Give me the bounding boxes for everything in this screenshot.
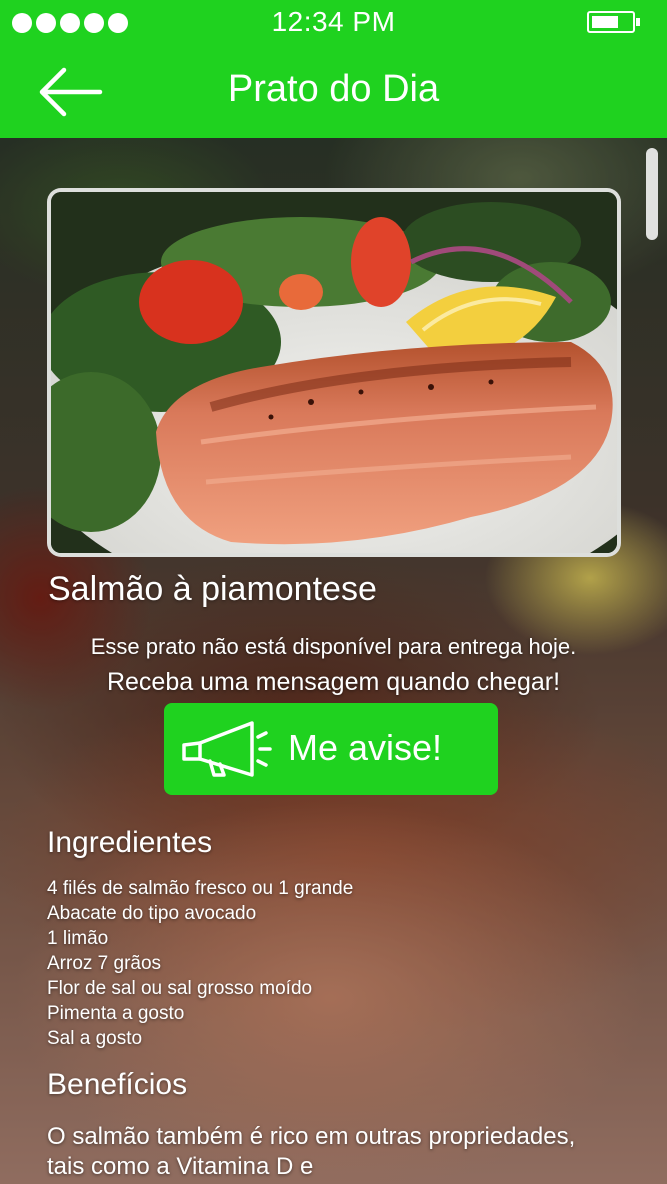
benefits-text: O salmão também é rico em outras proprie… <box>47 1123 576 1180</box>
status-bar: 12:34 PM <box>0 0 667 46</box>
notify-me-label: Me avise! <box>288 727 443 768</box>
scrollbar-thumb[interactable] <box>646 148 658 240</box>
dish-name: Salmão à piamontese <box>48 570 377 608</box>
dish-photo <box>47 188 621 557</box>
app-header: Prato do Dia <box>0 46 667 138</box>
notify-me-button[interactable]: Me avise! <box>164 703 498 795</box>
benefits-title: Benefícios <box>47 1068 188 1101</box>
megaphone-icon <box>180 719 272 782</box>
ingredient-item: Sal a gosto <box>47 1028 143 1049</box>
ingredients-list: 4 filés de salmão fresco ou 1 grande Abac… <box>47 876 353 1051</box>
ingredient-item: Pimenta a gosto <box>47 1003 185 1024</box>
ingredient-item: Flor de sal ou sal grosso moído <box>47 978 313 999</box>
ingredient-item: 1 limão <box>47 928 109 949</box>
ingredient-item: Abacate do tipo avocado <box>47 903 257 924</box>
battery-icon <box>587 11 640 33</box>
ingredient-item: 4 filés de salmão fresco ou 1 grande <box>47 878 354 899</box>
availability-notice: Esse prato não está disponível para entr… <box>0 632 667 698</box>
ingredient-item: Arroz 7 grãos <box>47 953 162 974</box>
page-title: Prato do Dia <box>227 68 440 110</box>
ingredients-title: Ingredientes <box>47 826 213 859</box>
availability-line-1: Esse prato não está disponível para entr… <box>90 634 577 659</box>
status-time: 12:34 PM <box>271 6 396 37</box>
availability-line-2: Receba uma mensagem quando chegar! <box>106 668 561 696</box>
